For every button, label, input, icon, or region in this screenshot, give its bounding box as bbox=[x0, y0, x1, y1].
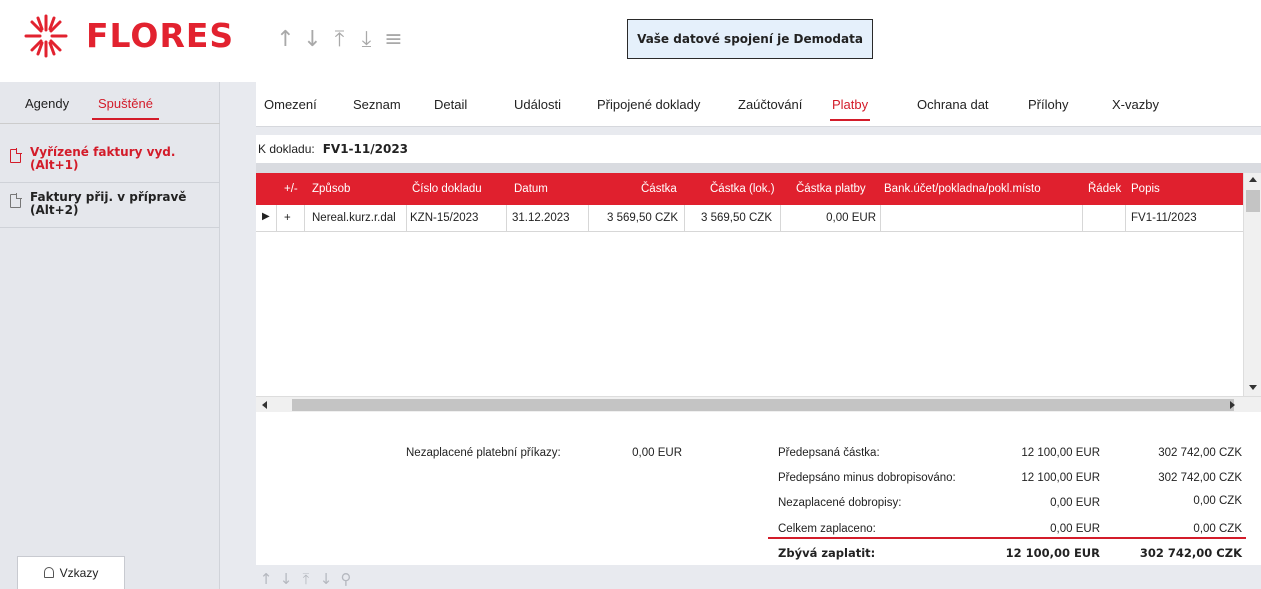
summary-czk: 302 742,00 CZK bbox=[1158, 472, 1242, 484]
document-icon bbox=[10, 148, 22, 163]
summary-czk: 0,00 CZK bbox=[1193, 523, 1242, 535]
payments-panel: K dokladu: FV1-11/2023 +/- Způsob Číslo d… bbox=[256, 135, 1261, 565]
left-gutter bbox=[220, 82, 256, 589]
column-header[interactable]: Částka platby bbox=[796, 183, 866, 195]
table-row[interactable]: ▶ + Nereal.kurz.r.dal KZN-15/2023 31.12.… bbox=[256, 205, 1243, 232]
scroll-up-icon[interactable] bbox=[1249, 177, 1257, 182]
summary-label: Předepsáno minus dobropisováno: bbox=[778, 472, 956, 484]
scroll-thumb[interactable] bbox=[292, 399, 1234, 411]
remaining-eur: 12 100,00 EUR bbox=[1005, 546, 1100, 560]
search-icon[interactable]: ⚲ bbox=[336, 570, 356, 588]
vzkazy-label: Vzkazy bbox=[59, 566, 99, 580]
grid-header: +/- Způsob Číslo dokladu Datum Částka Čá… bbox=[256, 173, 1243, 205]
document-icon bbox=[10, 193, 22, 208]
cell-castka: 3 569,50 CZK bbox=[607, 212, 678, 224]
horizontal-scrollbar[interactable] bbox=[256, 396, 1261, 412]
cell-sign: + bbox=[284, 212, 291, 224]
column-header[interactable]: Datum bbox=[514, 183, 548, 195]
column-header[interactable]: Částka (lok.) bbox=[710, 183, 775, 195]
left-item-faktury-prij[interactable]: Faktury přij. v přípravě (Alt+2) bbox=[0, 183, 220, 228]
tab-udalosti[interactable]: Události bbox=[514, 97, 561, 112]
cell-cislo-dokladu: KZN-15/2023 bbox=[410, 212, 479, 224]
column-header[interactable]: Číslo dokladu bbox=[412, 183, 482, 195]
tab-x-vazby[interactable]: X-vazby bbox=[1112, 97, 1159, 112]
left-item-label: Faktury přij. v přípravě (Alt+2) bbox=[30, 190, 187, 217]
remaining-label: Zbývá zaplatit: bbox=[778, 546, 876, 560]
summary-eur: 0,00 EUR bbox=[1050, 523, 1100, 535]
tab-platby[interactable]: Platby bbox=[829, 97, 871, 121]
menu-icon[interactable]: ≡ bbox=[380, 22, 407, 58]
cell-datum: 31.12.2023 bbox=[512, 212, 570, 224]
detail-tabs: Omezení Seznam Detail Události Připojené… bbox=[256, 82, 1261, 127]
vertical-scrollbar[interactable] bbox=[1243, 173, 1261, 396]
arrow-top-icon[interactable]: ⤒ bbox=[296, 570, 316, 588]
connection-info[interactable]: Vaše datové spojení je Demodata bbox=[627, 19, 873, 59]
tab-detail[interactable]: Detail bbox=[434, 97, 467, 112]
arrow-up-icon[interactable]: ↑ bbox=[272, 22, 299, 58]
document-number: FV1-11/2023 bbox=[322, 142, 409, 156]
tab-ochrana-dat[interactable]: Ochrana dat bbox=[917, 97, 989, 112]
vzkazy-button[interactable]: Vzkazy bbox=[17, 556, 125, 589]
column-header[interactable]: Částka bbox=[641, 183, 677, 195]
document-reference: K dokladu: FV1-11/2023 bbox=[256, 135, 408, 163]
column-header[interactable]: Řádek bbox=[1088, 183, 1121, 195]
scroll-left-icon[interactable] bbox=[262, 401, 267, 409]
app-header: FLORES ↑ ↓ ⤒ ⤓ ≡ Vaše datové spojení je … bbox=[0, 0, 1261, 82]
record-navigation: ↑ ↓ ⤒ ⤓ ≡ bbox=[272, 22, 407, 58]
tab-prilohy[interactable]: Přílohy bbox=[1028, 97, 1068, 112]
arrow-top-icon[interactable]: ⤒ bbox=[326, 22, 353, 58]
left-panel: Agendy Spuštěné Vyřízené faktury vyd. (A… bbox=[0, 82, 220, 589]
tab-pripojene-doklady[interactable]: Připojené doklady bbox=[597, 97, 700, 112]
cell-zpusob: Nereal.kurz.r.dal bbox=[312, 212, 396, 224]
cell-castka-lok: 3 569,50 CZK bbox=[701, 212, 772, 224]
column-header[interactable]: Způsob bbox=[312, 183, 350, 195]
grid-toolbar-strip bbox=[256, 163, 1261, 173]
arrow-up-icon[interactable]: ↑ bbox=[256, 570, 276, 588]
scroll-down-icon[interactable] bbox=[1249, 385, 1257, 390]
cell-castka-platby: 0,00 EUR bbox=[826, 212, 876, 224]
tab-seznam[interactable]: Seznam bbox=[353, 97, 401, 112]
document-label: K dokladu: bbox=[258, 142, 315, 156]
tab-zauctovani[interactable]: Zaúčtování bbox=[738, 97, 802, 112]
unpaid-orders-label: Nezaplacené platební příkazy: bbox=[406, 447, 561, 459]
summary-eur: 12 100,00 EUR bbox=[1021, 447, 1100, 459]
footer-navigation: ↑ ↓ ⤒ ↓ ⚲ bbox=[256, 570, 356, 588]
main-area: Omezení Seznam Detail Události Připojené… bbox=[220, 82, 1261, 589]
unpaid-orders-value: 0,00 EUR bbox=[632, 447, 682, 459]
payments-grid[interactable]: +/- Způsob Číslo dokladu Datum Částka Čá… bbox=[256, 173, 1261, 412]
column-header[interactable]: Popis bbox=[1131, 183, 1160, 195]
arrow-bottom-icon[interactable]: ↓ bbox=[316, 570, 336, 588]
left-item-label: Vyřízené faktury vyd. (Alt+1) bbox=[30, 145, 176, 172]
column-header[interactable]: Bank.účet/pokladna/pokl.místo bbox=[884, 183, 1041, 195]
bell-icon bbox=[43, 567, 54, 578]
arrow-bottom-icon[interactable]: ⤓ bbox=[353, 22, 380, 58]
summary-label: Předepsaná částka: bbox=[778, 447, 880, 459]
tab-agendy[interactable]: Agendy bbox=[25, 96, 69, 111]
tab-spustene[interactable]: Spuštěné bbox=[92, 96, 159, 120]
brand-name: FLORES bbox=[86, 16, 235, 55]
cell-popis: FV1-11/2023 bbox=[1131, 212, 1197, 224]
tab-omezeni[interactable]: Omezení bbox=[264, 97, 317, 112]
summary-label: Celkem zaplaceno: bbox=[778, 523, 876, 535]
summary-eur: 12 100,00 EUR bbox=[1021, 472, 1100, 484]
summary-czk: 0,00 CZK bbox=[1193, 495, 1242, 507]
arrow-down-icon[interactable]: ↓ bbox=[299, 22, 326, 58]
scroll-thumb[interactable] bbox=[1246, 190, 1260, 212]
left-tabs: Agendy Spuštěné bbox=[0, 82, 220, 124]
arrow-down-icon[interactable]: ↓ bbox=[276, 570, 296, 588]
left-item-vyrizene-faktury[interactable]: Vyřízené faktury vyd. (Alt+1) bbox=[0, 138, 220, 183]
summary-divider bbox=[768, 537, 1246, 539]
scroll-right-icon[interactable] bbox=[1230, 401, 1235, 409]
summary-label: Nezaplacené dobropisy: bbox=[778, 497, 902, 509]
remaining-czk: 302 742,00 CZK bbox=[1139, 546, 1242, 560]
flores-logo-icon bbox=[24, 14, 68, 58]
row-indicator-icon: ▶ bbox=[262, 211, 270, 222]
summary-czk: 302 742,00 CZK bbox=[1158, 447, 1242, 459]
summary-eur: 0,00 EUR bbox=[1050, 497, 1100, 509]
column-header[interactable]: +/- bbox=[284, 183, 298, 195]
